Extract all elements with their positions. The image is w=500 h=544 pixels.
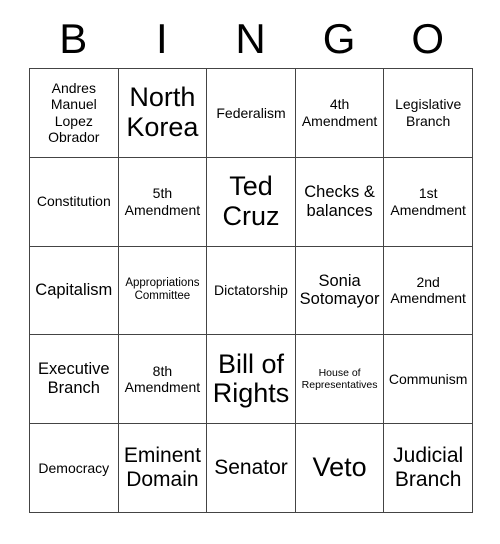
bingo-cell[interactable]: 5th Amendment — [118, 157, 208, 247]
bingo-cell[interactable]: Legislative Branch — [384, 69, 473, 158]
bingo-header-letter-o: O — [411, 15, 444, 62]
bingo-cell[interactable]: Ted Cruz — [207, 157, 296, 247]
bingo-cell-label: Eminent Domain — [123, 444, 201, 492]
bingo-cell-label: Federalism — [216, 104, 286, 121]
bingo-cell-label: Senator — [214, 456, 288, 480]
bingo-cell[interactable]: Judicial Branch — [384, 424, 473, 513]
bingo-header-letter-g: G — [322, 15, 356, 62]
bingo-cell[interactable]: Checks & balances — [295, 157, 385, 247]
bingo-cell-label: 8th Amendment — [124, 362, 201, 396]
bingo-cell-label: House of Representatives — [301, 366, 378, 392]
bingo-cell-label: 2nd Amendment — [390, 273, 466, 307]
bingo-cell[interactable]: Bill of Rights — [207, 335, 296, 425]
bingo-cell-label: 5th Amendment — [124, 185, 201, 218]
bingo-cell-label: Andres Manuel Lopez Obrador — [48, 79, 100, 146]
bingo-cell[interactable]: Democracy — [30, 424, 119, 513]
bingo-cell-label: Appropriations Committee — [125, 276, 200, 303]
bingo-cell[interactable]: Appropriations Committee — [118, 246, 208, 336]
bingo-cell[interactable]: Veto — [295, 424, 385, 513]
bingo-row: Constitution 5th Amendment Ted Cruz Checks … — [30, 157, 473, 247]
bingo-cell[interactable]: Sonia Sotomayor — [295, 246, 385, 336]
bingo-cell-label: Constitution — [36, 193, 111, 210]
bingo-cell-label: Capitalism — [35, 281, 113, 299]
bingo-header-letter-i: I — [156, 15, 168, 62]
bingo-header-letter-n: N — [235, 15, 266, 62]
bingo-row: Democracy Eminent Domain Senator Veto Judici… — [30, 424, 473, 513]
bingo-cell[interactable]: Senator — [207, 424, 296, 513]
bingo-cell-label: Dictatorship — [214, 282, 288, 299]
bingo-cell[interactable]: Communism — [384, 335, 473, 425]
bingo-cell-label: Veto — [312, 452, 367, 483]
bingo-row: Executive Branch 8th Amendment Bill of Rig… — [30, 335, 473, 425]
bingo-cell[interactable]: 4th Amendment — [295, 69, 385, 158]
bingo-cell-label: Judicial Branch — [393, 444, 464, 492]
bingo-cell-label: 4th Amendment — [301, 96, 378, 129]
bingo-cell[interactable]: Constitution — [30, 157, 119, 247]
bingo-cell[interactable]: Capitalism — [30, 246, 119, 336]
bingo-row: Andres Manuel Lopez Obrador North Korea Fe… — [30, 69, 473, 158]
bingo-cell-label: North Korea — [126, 82, 199, 142]
bingo-cell[interactable]: Executive Branch — [30, 335, 119, 425]
bingo-cell[interactable]: Andres Manuel Lopez Obrador — [30, 69, 119, 158]
bingo-card: B I N G O Andres Manuel Lopez Obrador Nor… — [29, 10, 473, 513]
bingo-cell[interactable]: House of Representatives — [295, 335, 385, 425]
bingo-cell-label: 1st Amendment — [390, 185, 466, 218]
bingo-cell-label: Bill of Rights — [212, 348, 290, 409]
bingo-header-row: B I N G O — [29, 10, 472, 68]
bingo-cell-label: Legislative Branch — [395, 96, 462, 129]
bingo-cell-label: Democracy — [38, 459, 110, 476]
bingo-cell[interactable]: Federalism — [207, 69, 296, 158]
bingo-cell-label: Checks & balances — [304, 182, 375, 220]
bingo-row: Capitalism Appropriations Committee Dictat… — [30, 246, 473, 336]
bingo-cell[interactable]: North Korea — [118, 69, 208, 158]
bingo-cell-label: Ted Cruz — [222, 171, 280, 231]
bingo-cell-label: Communism — [388, 371, 468, 388]
bingo-cell-label: Sonia Sotomayor — [299, 271, 380, 309]
bingo-cell[interactable]: 8th Amendment — [118, 335, 208, 425]
bingo-grid: Andres Manuel Lopez Obrador North Korea Fe… — [29, 68, 473, 513]
bingo-cell[interactable]: Eminent Domain — [118, 424, 208, 513]
bingo-cell-label: Executive Branch — [38, 360, 110, 398]
bingo-header-letter-b: B — [59, 15, 88, 62]
bingo-cell[interactable]: Dictatorship — [207, 246, 296, 336]
bingo-cell[interactable]: 2nd Amendment — [384, 246, 473, 336]
bingo-cell[interactable]: 1st Amendment — [384, 157, 473, 247]
